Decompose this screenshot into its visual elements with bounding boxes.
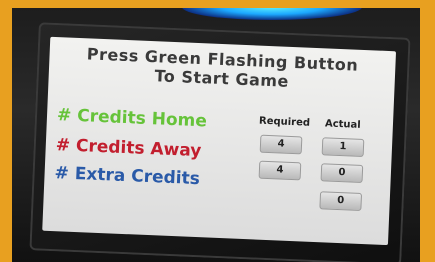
extra-credits-label: # Extra Credits [54, 163, 201, 190]
device-frame: Press Green Flashing Button To Start Gam… [12, 8, 420, 262]
screen-bezel: Press Green Flashing Button To Start Gam… [29, 22, 411, 262]
home-required-button[interactable]: 4 [259, 134, 303, 155]
credits-home-label: # Credits Home [56, 105, 208, 132]
start-instructions: Press Green Flashing Button To Start Gam… [48, 43, 395, 95]
extra-actual-button[interactable]: 0 [319, 191, 363, 211]
away-required-button[interactable]: 4 [258, 160, 302, 181]
home-actual-button[interactable]: 1 [321, 137, 365, 158]
actual-column-header: Actual [324, 118, 361, 131]
touch-screen: Press Green Flashing Button To Start Gam… [42, 36, 397, 246]
credits-away-label: # Credits Away [55, 135, 202, 162]
blue-glow-light [182, 8, 362, 20]
away-actual-button[interactable]: 0 [320, 163, 364, 184]
required-column-header: Required [258, 115, 311, 129]
